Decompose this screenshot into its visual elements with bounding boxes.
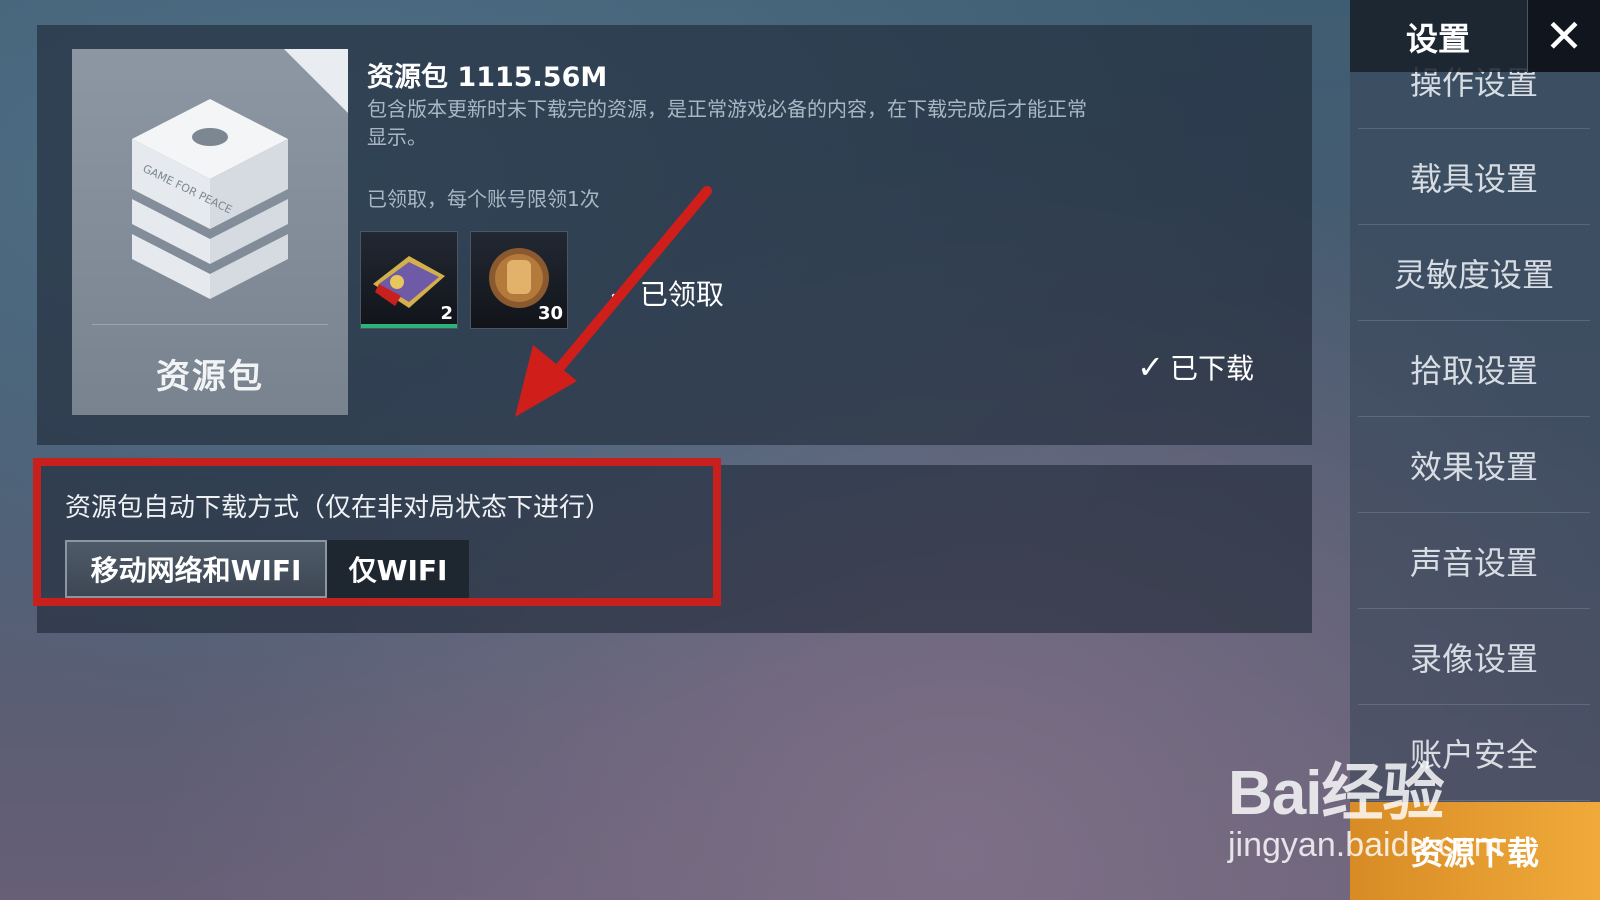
sidebar-item-vehicle[interactable]: 载具设置 xyxy=(1358,130,1590,225)
sidebar-item-pickup[interactable]: 拾取设置 xyxy=(1358,322,1590,417)
auto-download-panel: 资源包自动下载方式（仅在非对局状态下进行） 移动网络和WIFI 仅WIFI xyxy=(33,458,1312,633)
close-button[interactable]: ✕ xyxy=(1527,0,1600,72)
reward-rarity-bar xyxy=(361,324,457,328)
sidebar-item-effects[interactable]: 效果设置 xyxy=(1358,418,1590,513)
checkmark-icon: ✓ xyxy=(1137,348,1164,386)
resource-pack-title: 资源包 1115.56M xyxy=(367,55,607,94)
resource-pack-panel: GAME FOR PEACE 资源包 资源包 1115.56M 包含版本更新时未… xyxy=(37,25,1312,445)
title-prefix: 资源包 xyxy=(367,62,448,93)
close-icon: ✕ xyxy=(1544,9,1584,63)
downloaded-label: 已下载 xyxy=(1169,352,1254,385)
baidu-watermark: Bai经验 jingyan.baidu.com xyxy=(1228,742,1502,865)
auto-download-title: 资源包自动下载方式（仅在非对局状态下进行） xyxy=(65,493,612,523)
sidebar-header: 设置 ✕ xyxy=(1350,0,1600,72)
sidebar-item-sensitivity[interactable]: 灵敏度设置 xyxy=(1358,226,1590,321)
watermark-url: jingyan.baidu.com xyxy=(1228,826,1503,864)
resource-pack-card-label: 资源包 xyxy=(156,357,264,397)
settings-title: 设置 xyxy=(1406,20,1471,58)
option-mobile-and-wifi[interactable]: 移动网络和WIFI xyxy=(65,540,327,598)
option-wifi-only[interactable]: 仅WIFI xyxy=(327,540,469,598)
red-arrow-annotation xyxy=(515,186,712,417)
reward-count: 2 xyxy=(440,303,453,324)
resource-pack-card: GAME FOR PEACE 资源包 xyxy=(72,49,348,415)
downloaded-status: ✓ 已下载 xyxy=(1137,347,1254,387)
resource-box-icon: GAME FOR PEACE xyxy=(132,99,288,299)
resource-pack-description: 包含版本更新时未下载完的资源，是正常游戏必备的内容，在下载完成后才能正常显示。 xyxy=(367,97,1087,149)
sidebar-item-recording[interactable]: 录像设置 xyxy=(1358,610,1590,705)
pack-size: 1115.56M xyxy=(457,62,608,93)
card-divider xyxy=(92,324,328,325)
reward-item-coupon[interactable]: 2 xyxy=(360,231,458,329)
sidebar-item-sound[interactable]: 声音设置 xyxy=(1358,514,1590,609)
watermark-brand: Bai经验 xyxy=(1228,759,1444,828)
